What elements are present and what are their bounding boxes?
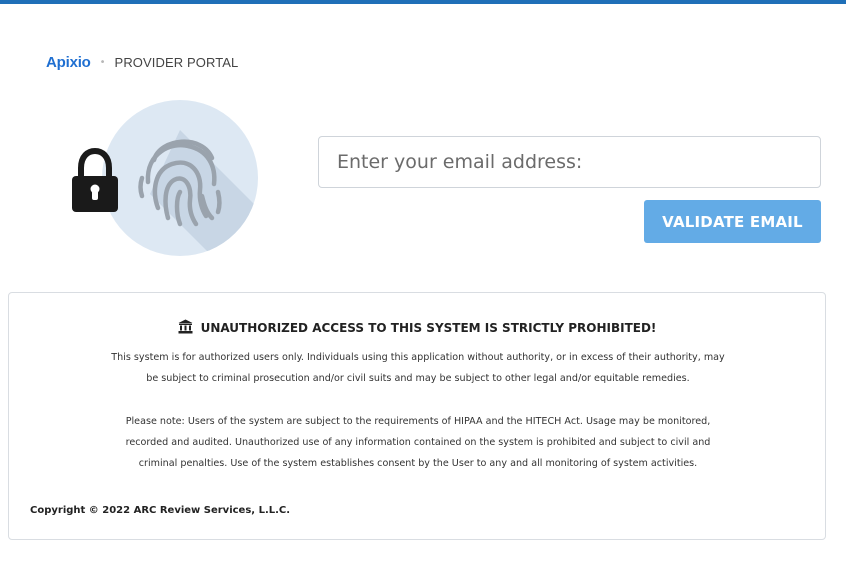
- notice-title: UNAUTHORIZED ACCESS TO THIS SYSTEM IS ST…: [200, 321, 657, 335]
- notice-line: criminal penalties. Use of the system es…: [138, 458, 698, 469]
- notice-line: be subject to criminal prosecution and/o…: [146, 373, 690, 384]
- notice-line: recorded and audited. Unauthorized use o…: [125, 437, 711, 448]
- authorized-use-paragraph: This system is for authorized users only…: [25, 347, 811, 389]
- login-page: Apixio • PROVIDER PORTAL Enter your emai…: [0, 4, 846, 563]
- notice-title-row: UNAUTHORIZED ACCESS TO THIS SYSTEM IS ST…: [9, 319, 825, 335]
- brand-logo[interactable]: Apixio: [46, 54, 91, 71]
- copyright-text: Copyright © 2022 ARC Review Services, L.…: [30, 505, 291, 516]
- brand-header: Apixio • PROVIDER PORTAL: [46, 50, 238, 74]
- fingerprint-circle: [102, 100, 258, 256]
- notice-line: This system is for authorized users only…: [111, 352, 725, 363]
- lock-icon: [72, 148, 118, 212]
- validate-email-button[interactable]: VALIDATE EMAIL: [644, 200, 821, 243]
- fingerprint-icon: [138, 130, 258, 256]
- email-input[interactable]: [318, 136, 821, 188]
- notice-line: Please note: Users of the system are sub…: [125, 416, 711, 427]
- brand-separator: •: [99, 56, 106, 68]
- security-illustration: [60, 94, 270, 264]
- bank-icon: [178, 319, 193, 334]
- hipaa-paragraph: Please note: Users of the system are sub…: [25, 411, 811, 474]
- portal-title: PROVIDER PORTAL: [114, 54, 239, 70]
- legal-notice-panel: UNAUTHORIZED ACCESS TO THIS SYSTEM IS ST…: [8, 292, 826, 540]
